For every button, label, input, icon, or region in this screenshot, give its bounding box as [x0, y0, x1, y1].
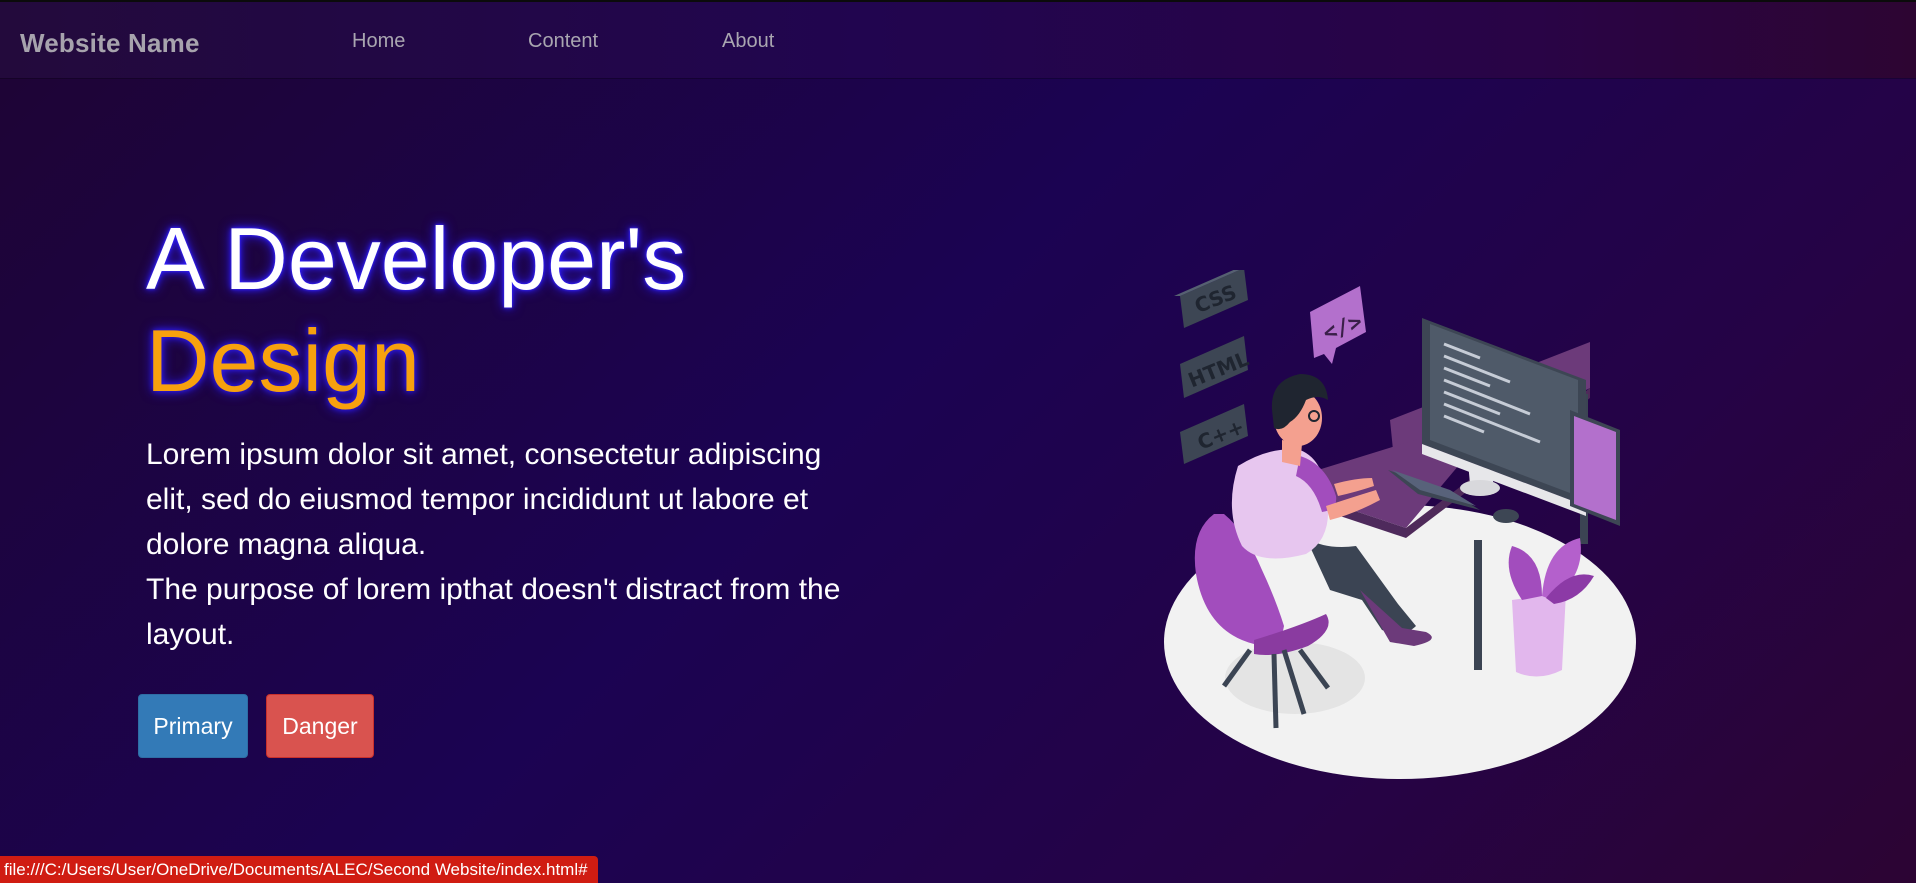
- navbar: Website Name Home Content About: [0, 2, 1916, 78]
- hero-title: A Developer's Design: [146, 208, 686, 412]
- second-screen-icon: [1570, 410, 1620, 526]
- hero-description: Lorem ipsum dolor sit amet, consectetur …: [146, 432, 876, 657]
- browser-status-bar-url: file:///C:/Users/User/OneDrive/Documents…: [0, 856, 598, 883]
- hero-title-line1: A Developer's: [146, 209, 687, 308]
- html-badge-icon: HTML: [1180, 336, 1252, 398]
- css-badge-icon: CSS: [1174, 270, 1248, 328]
- mouse-icon: [1493, 509, 1519, 523]
- hero-title-line2: Design: [146, 311, 420, 410]
- danger-button[interactable]: Danger: [266, 694, 374, 758]
- cpp-badge-icon: C++: [1180, 404, 1248, 464]
- monitor-icon: [1422, 318, 1586, 516]
- hero-paragraph-1: Lorem ipsum dolor sit amet, consectetur …: [146, 438, 822, 561]
- developer-at-desk-illustration: CSS HTML C++ </>: [1164, 270, 1636, 779]
- primary-button[interactable]: Primary: [138, 694, 248, 758]
- hero-paragraph-2: The purpose of lorem ipthat doesn't dist…: [146, 573, 841, 651]
- nav-link-content[interactable]: Content: [528, 30, 598, 53]
- brand-logo[interactable]: Website Name: [20, 28, 200, 59]
- nav-link-about[interactable]: About: [722, 30, 774, 53]
- nav-link-home[interactable]: Home: [352, 30, 405, 53]
- code-bubble-icon: </>: [1310, 286, 1366, 364]
